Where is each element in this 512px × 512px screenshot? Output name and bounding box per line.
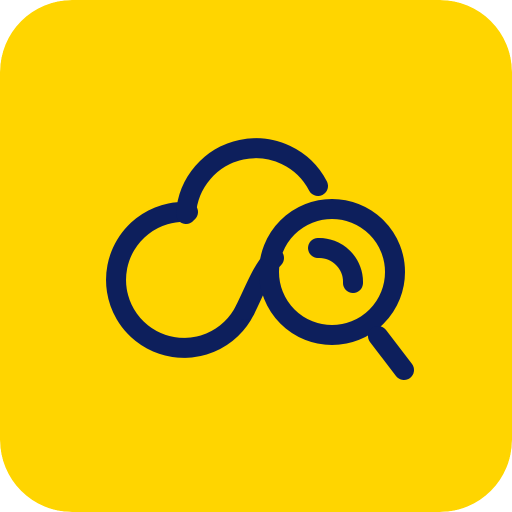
app-icon[interactable] bbox=[0, 0, 512, 512]
cloud-search-icon bbox=[0, 0, 512, 512]
icon-background bbox=[0, 0, 512, 512]
